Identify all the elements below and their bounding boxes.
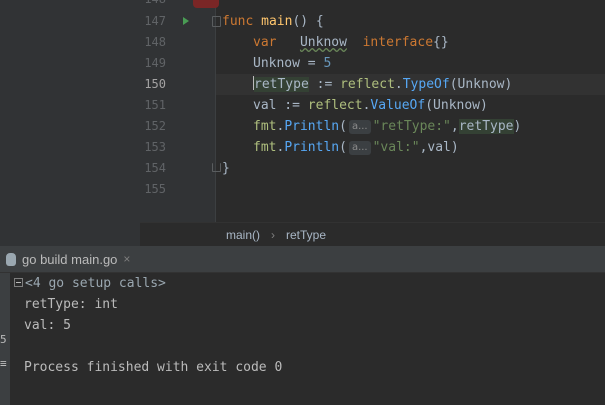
side-mark[interactable]: 5 — [0, 333, 7, 346]
code-line[interactable]: 154 } — [140, 158, 605, 179]
tab-label: go build main.go — [22, 251, 118, 267]
code-line[interactable]: 147 func main() { — [140, 11, 605, 32]
fold-open-icon[interactable] — [212, 16, 221, 27]
code-line[interactable]: 149 Unknow = 5 — [140, 53, 605, 74]
gopher-icon — [6, 252, 16, 266]
param-hint: a... — [348, 141, 371, 155]
code-text: func main() { — [222, 14, 324, 29]
console-line: Process finished with exit code 0 — [24, 360, 283, 375]
line-number: 155 — [144, 182, 166, 196]
code-line[interactable]: 153 fmt.Println(a... "val:",val) — [140, 137, 605, 158]
code-text: fmt.Println(a... "val:",val) — [253, 140, 459, 155]
code-text: val := reflect.ValueOf(Unknow) — [253, 98, 488, 113]
expand-icon[interactable] — [14, 278, 23, 287]
code-line[interactable]: 148 var Unknow interface{} — [140, 32, 605, 53]
code-line[interactable]: 148 — [140, 0, 605, 10]
run-toolbar: 5 ≡ — [0, 273, 10, 405]
breadcrumb-item-main[interactable]: main() — [226, 228, 260, 242]
line-number: 148 — [144, 35, 166, 49]
line-number: 153 — [144, 140, 166, 154]
code-line[interactable]: 151 val := reflect.ValueOf(Unknow) — [140, 95, 605, 116]
code-line[interactable]: 152 fmt.Println(a... "retType:",retType) — [140, 116, 605, 137]
code-text: retType := reflect.TypeOf(Unknow) — [253, 76, 513, 92]
code-line-current[interactable]: 150 retType := reflect.TypeOf(Unknow) — [140, 74, 605, 95]
line-number: 150 — [144, 77, 166, 91]
run-tool-window: go build main.go × 5 ≡ <4 go setup calls… — [0, 246, 605, 405]
line-number: 152 — [144, 119, 166, 133]
line-number: 148 — [140, 0, 166, 10]
run-gutter-icon[interactable] — [183, 17, 189, 25]
line-number: 154 — [144, 161, 166, 175]
breadcrumb-item-rettype[interactable]: retType — [286, 228, 326, 242]
console-line: retType: int — [24, 297, 118, 312]
fold-close-icon[interactable] — [212, 163, 221, 172]
project-panel-strip — [0, 0, 140, 246]
close-icon[interactable]: × — [123, 252, 130, 266]
code-line[interactable]: 155 — [140, 179, 605, 200]
breadcrumb-separator: › — [271, 228, 275, 242]
param-hint: a... — [348, 120, 371, 134]
code-editor[interactable]: 148 147 func main() { 148 var Unknow int… — [0, 0, 605, 247]
tab-run-config[interactable]: go build main.go × — [0, 246, 140, 272]
line-number: 149 — [144, 56, 166, 70]
code-text: } — [222, 161, 230, 176]
console-output[interactable]: <4 go setup calls> retType: int val: 5 P… — [10, 273, 605, 405]
code-text: var Unknow interface{} — [253, 35, 449, 50]
console-line[interactable]: <4 go setup calls> — [14, 273, 166, 294]
console-line: val: 5 — [24, 318, 71, 333]
breadcrumb: main() › retType — [140, 222, 605, 247]
code-text: Unknow = 5 — [253, 56, 332, 71]
soft-wrap-icon[interactable]: ≡ — [0, 357, 7, 370]
line-number: 151 — [144, 98, 166, 112]
code-text: fmt.Println(a... "retType:",retType) — [253, 119, 522, 134]
line-number: 147 — [144, 14, 166, 28]
run-tool-header: go build main.go × — [0, 246, 605, 273]
